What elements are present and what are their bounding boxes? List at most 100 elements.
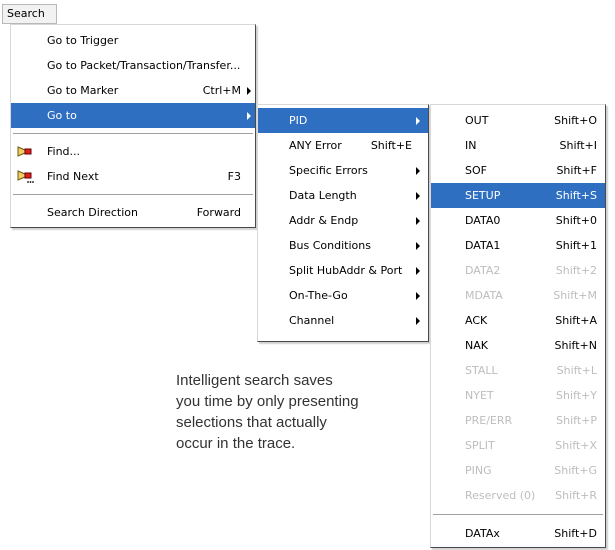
menu-item-label: Bus Conditions	[289, 239, 371, 252]
menu-item-shortcut: F3	[227, 170, 241, 183]
menu-item-go-to-packet[interactable]: Go to Packet/Transaction/Transfer...	[11, 53, 255, 78]
menu-item-go-to[interactable]: Go to	[11, 103, 255, 128]
menu-item-label: PID	[289, 114, 308, 127]
menu-item-any-error[interactable]: ANY Error Shift+E	[258, 133, 428, 158]
menu-item-label: Go to Packet/Transaction/Transfer...	[47, 59, 241, 72]
menu-item-label: Find Next	[47, 170, 99, 183]
search-menu: Go to Trigger Go to Packet/Transaction/T…	[10, 24, 256, 228]
menu-item-label: Search Direction	[47, 206, 138, 219]
menu-item-label: Channel	[289, 314, 335, 327]
menu-item-label: DATA0	[465, 214, 501, 227]
menu-item-shortcut: Shift+2	[555, 264, 597, 277]
menu-item-pid-setup[interactable]: SETUP Shift+S	[431, 183, 605, 208]
menu-item-shortcut: Shift+F	[556, 164, 597, 177]
menu-item-pid-in[interactable]: IN Shift+I	[431, 133, 605, 158]
menu-item-on-the-go[interactable]: On-The-Go	[258, 283, 428, 308]
submenu-arrow-icon	[416, 242, 420, 250]
menu-item-channel[interactable]: Channel	[258, 308, 428, 333]
menu-separator	[433, 514, 603, 515]
menu-item-pid-nak[interactable]: NAK Shift+N	[431, 333, 605, 358]
menu-item-label: SETUP	[465, 189, 501, 202]
menu-item-label: DATAx	[465, 527, 500, 540]
note-line: selections that actually	[176, 414, 327, 431]
menu-item-find-next[interactable]: Find Next F3	[11, 164, 255, 189]
submenu-arrow-icon	[416, 217, 420, 225]
menu-item-label: ACK	[465, 314, 488, 327]
menu-item-label: STALL	[465, 364, 498, 377]
menu-item-label: MDATA	[465, 289, 503, 302]
menu-item-pid-mdata: MDATA Shift+M	[431, 283, 605, 308]
menu-item-pid-pre-err: PRE/ERR Shift+P	[431, 408, 605, 433]
menu-item-pid-data2: DATA2 Shift+2	[431, 258, 605, 283]
menu-item-search-direction[interactable]: Search Direction Forward	[11, 200, 255, 225]
menu-search-title[interactable]: Search	[2, 4, 57, 24]
note-line: occur in the trace.	[176, 435, 296, 452]
menu-item-go-to-trigger[interactable]: Go to Trigger	[11, 28, 255, 53]
menu-item-shortcut: Shift+G	[554, 464, 597, 477]
menu-item-find[interactable]: Find...	[11, 139, 255, 164]
menu-item-label: Go to Marker	[47, 84, 119, 97]
flashlight-next-icon	[17, 170, 34, 183]
menu-separator	[13, 133, 253, 134]
submenu-arrow-icon	[247, 112, 251, 120]
menu-item-label: PING	[465, 464, 492, 477]
menu-item-addr-endp[interactable]: Addr & Endp	[258, 208, 428, 233]
menu-item-specific-errors[interactable]: Specific Errors	[258, 158, 428, 183]
menu-item-pid-reserved: Reserved (0) Shift+R	[431, 483, 605, 508]
menu-item-pid-nyet: NYET Shift+Y	[431, 383, 605, 408]
menu-item-shortcut: Shift+M	[553, 289, 597, 302]
menu-separator	[13, 194, 253, 195]
menu-item-label: SPLIT	[465, 439, 495, 452]
menu-item-pid-split: SPLIT Shift+X	[431, 433, 605, 458]
menu-item-label: DATA1	[465, 239, 501, 252]
submenu-arrow-icon	[416, 317, 420, 325]
menu-item-label: Data Length	[289, 189, 357, 202]
pid-submenu: OUT Shift+O IN Shift+I SOF Shift+F SETUP…	[430, 104, 606, 548]
intelligent-search-note: Intelligent search saves you time by onl…	[176, 370, 416, 454]
menu-item-shortcut: Shift+0	[555, 214, 597, 227]
menu-item-label: SOF	[465, 164, 487, 177]
menu-item-data-length[interactable]: Data Length	[258, 183, 428, 208]
menu-item-pid-out[interactable]: OUT Shift+O	[431, 108, 605, 133]
menu-item-pid-data0[interactable]: DATA0 Shift+0	[431, 208, 605, 233]
menu-item-pid-ack[interactable]: ACK Shift+A	[431, 308, 605, 333]
menu-item-label: Go to Trigger	[47, 34, 119, 47]
flashlight-icon	[17, 146, 32, 157]
menu-item-pid-sof[interactable]: SOF Shift+F	[431, 158, 605, 183]
menu-item-label: Split HubAddr & Port	[289, 264, 403, 277]
menu-item-shortcut: Forward	[196, 206, 241, 219]
menu-item-go-to-marker[interactable]: Go to Marker Ctrl+M	[11, 78, 255, 103]
menu-item-shortcut: Shift+1	[555, 239, 597, 252]
menu-item-label: NYET	[465, 389, 494, 402]
menu-item-label: Go to	[47, 109, 77, 122]
menu-item-shortcut: Shift+L	[556, 364, 597, 377]
note-line: you time by only presenting	[176, 393, 359, 410]
menu-item-split-hubaddr-port[interactable]: Split HubAddr & Port	[258, 258, 428, 283]
submenu-arrow-icon	[416, 117, 420, 125]
menu-item-pid-datax[interactable]: DATAx Shift+D	[431, 521, 605, 546]
menu-item-pid-stall: STALL Shift+L	[431, 358, 605, 383]
menu-item-label: Reserved (0)	[465, 489, 536, 502]
submenu-arrow-icon	[416, 167, 420, 175]
menu-item-label: DATA2	[465, 264, 501, 277]
submenu-arrow-icon	[416, 267, 420, 275]
menu-item-label: Addr & Endp	[289, 214, 359, 227]
menu-item-shortcut: Shift+E	[370, 139, 412, 152]
menu-item-label: Specific Errors	[289, 164, 368, 177]
menu-item-pid-data1[interactable]: DATA1 Shift+1	[431, 233, 605, 258]
menu-item-label: NAK	[465, 339, 488, 352]
menu-item-label: ANY Error	[289, 139, 342, 152]
menu-item-bus-conditions[interactable]: Bus Conditions	[258, 233, 428, 258]
menu-item-shortcut: Shift+X	[555, 439, 597, 452]
menu-item-shortcut: Shift+D	[554, 527, 597, 540]
submenu-arrow-icon	[247, 87, 251, 95]
menu-item-shortcut: Shift+A	[555, 314, 597, 327]
menu-item-pid[interactable]: PID	[258, 108, 428, 133]
menu-item-label: On-The-Go	[289, 289, 348, 302]
menu-item-pid-ping: PING Shift+G	[431, 458, 605, 483]
menu-item-shortcut: Shift+I	[559, 139, 597, 152]
menu-item-shortcut: Shift+S	[555, 189, 597, 202]
menu-item-shortcut: Ctrl+M	[202, 84, 241, 97]
submenu-arrow-icon	[416, 192, 420, 200]
goto-submenu: PID ANY Error Shift+E Specific Errors Da…	[257, 104, 429, 342]
